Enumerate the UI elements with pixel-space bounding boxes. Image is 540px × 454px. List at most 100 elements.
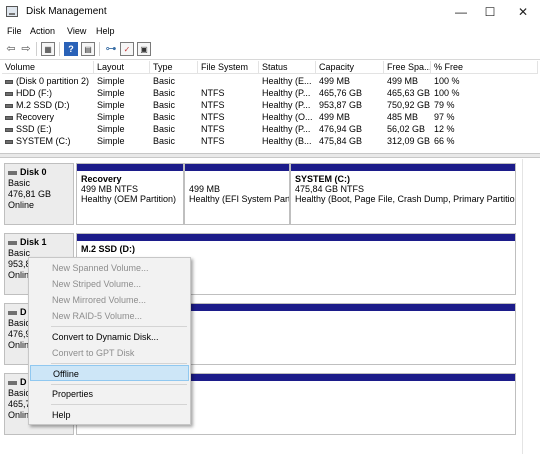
- pane-splitter[interactable]: [0, 153, 540, 158]
- help-icon[interactable]: ?: [64, 42, 78, 56]
- column-header-percent-free[interactable]: % Free: [431, 61, 538, 74]
- disk-icon: [8, 310, 17, 315]
- volume-status: Healthy (P...: [262, 88, 311, 98]
- volume-percent-free: 12 %: [434, 124, 455, 134]
- volume-file-system: NTFS: [201, 136, 225, 146]
- column-header-file-system[interactable]: File System: [198, 61, 259, 74]
- volume-name: M.2 SSD (D:): [16, 100, 70, 110]
- volume-layout: Simple: [97, 88, 125, 98]
- volume-type: Basic: [153, 76, 176, 86]
- menu-item-new-raid5-volume[interactable]: New RAID-5 Volume...: [30, 308, 189, 324]
- volume-free-space: 750,92 GB: [387, 100, 431, 110]
- volume-type: Basic: [153, 124, 176, 134]
- settings-icon[interactable]: ▣: [137, 42, 151, 56]
- back-arrow-icon[interactable]: ⇦: [4, 42, 18, 56]
- volume-capacity: 953,87 GB: [319, 100, 363, 110]
- disk-size: 476,81 GB: [8, 189, 52, 199]
- disk-name: D: [20, 377, 27, 387]
- volume-name: SYSTEM (C:): [16, 136, 71, 146]
- partition-bar: [291, 164, 515, 171]
- volume-free-space: 56,02 GB: [387, 124, 426, 134]
- column-header-volume[interactable]: Volume: [2, 61, 94, 74]
- menu-item-help[interactable]: Help: [30, 407, 189, 423]
- column-header-capacity[interactable]: Capacity: [316, 61, 384, 74]
- title-bar: Disk Management — ☐ ✕: [0, 0, 540, 24]
- menu-item-offline[interactable]: Offline: [30, 365, 189, 381]
- menu-help[interactable]: Help: [96, 26, 115, 36]
- partition-size: 475,84 GB NTFS: [295, 184, 365, 194]
- menu-separator: [51, 326, 187, 327]
- volume-row[interactable]: Recovery Simple Basic NTFS Healthy (O...…: [2, 111, 538, 123]
- volume-percent-free: 66 %: [434, 136, 455, 146]
- menu-item-new-striped-volume[interactable]: New Striped Volume...: [30, 276, 189, 292]
- console-tree-icon[interactable]: ▦: [41, 42, 55, 56]
- volume-layout: Simple: [97, 76, 125, 86]
- checklist-icon[interactable]: ✓: [120, 42, 134, 56]
- volume-free-space: 465,63 GB: [387, 88, 431, 98]
- volume-icon: [5, 139, 13, 144]
- volume-row[interactable]: (Disk 0 partition 2) Simple Basic Health…: [2, 75, 538, 87]
- volume-name: Recovery: [16, 112, 55, 122]
- volume-layout: Simple: [97, 112, 125, 122]
- menu-item-convert-dynamic-disk[interactable]: Convert to Dynamic Disk...: [30, 329, 189, 345]
- volume-percent-free: 100 %: [434, 76, 460, 86]
- partition-name: [189, 174, 289, 184]
- volume-name: (Disk 0 partition 2): [16, 76, 90, 86]
- volume-status: Healthy (O...: [262, 112, 313, 122]
- toolbar: ⇦ ⇨ ▦ ? ▤ ⊶ ✓ ▣: [0, 40, 540, 60]
- column-header-layout[interactable]: Layout: [94, 61, 150, 74]
- disk-icon: [8, 380, 17, 385]
- volume-percent-free: 79 %: [434, 100, 455, 110]
- volume-percent-free: 100 %: [434, 88, 460, 98]
- volume-row[interactable]: SYSTEM (C:) Simple Basic NTFS Healthy (B…: [2, 135, 538, 147]
- vertical-scrollbar[interactable]: [522, 159, 540, 454]
- volume-name: SSD (E:): [16, 124, 52, 134]
- menu-file[interactable]: File: [7, 26, 22, 36]
- partition-name: M.2 SSD (D:): [81, 244, 135, 254]
- volume-icon: [5, 79, 13, 84]
- partition-size: 499 MB NTFS: [81, 184, 139, 194]
- partition-recovery[interactable]: Recovery 499 MB NTFS Healthy (OEM Partit…: [76, 163, 184, 225]
- menu-item-properties[interactable]: Properties: [30, 386, 189, 402]
- volume-capacity: 476,94 GB: [319, 124, 363, 134]
- menu-item-convert-gpt-disk[interactable]: Convert to GPT Disk: [30, 345, 189, 361]
- partition-status: Healthy (OEM Partition): [81, 194, 177, 204]
- column-header-status[interactable]: Status: [259, 61, 316, 74]
- volume-status: Healthy (B...: [262, 136, 312, 146]
- menu-separator: [51, 404, 187, 405]
- menu-action[interactable]: Action: [30, 26, 55, 36]
- volume-row[interactable]: SSD (E:) Simple Basic NTFS Healthy (P...…: [2, 123, 538, 135]
- menu-item-new-mirrored-volume[interactable]: New Mirrored Volume...: [30, 292, 189, 308]
- volume-layout: Simple: [97, 136, 125, 146]
- disk-name: D: [20, 307, 27, 317]
- volume-type: Basic: [153, 136, 176, 146]
- volume-file-system: NTFS: [201, 88, 225, 98]
- volume-file-system: NTFS: [201, 124, 225, 134]
- properties-icon[interactable]: ▤: [81, 42, 95, 56]
- column-header-free-space[interactable]: Free Spa...: [384, 61, 431, 74]
- volume-capacity: 465,76 GB: [319, 88, 363, 98]
- volume-row[interactable]: HDD (F:) Simple Basic NTFS Healthy (P...…: [2, 87, 538, 99]
- forward-arrow-icon[interactable]: ⇨: [19, 42, 33, 56]
- menu-view[interactable]: View: [67, 26, 86, 36]
- disk-name: Disk 1: [20, 237, 47, 247]
- partition-system-c[interactable]: SYSTEM (C:) 475,84 GB NTFS Healthy (Boot…: [290, 163, 516, 225]
- close-button[interactable]: ✕: [508, 0, 538, 24]
- volume-row[interactable]: M.2 SSD (D:) Simple Basic NTFS Healthy (…: [2, 99, 538, 111]
- menu-item-new-spanned-volume[interactable]: New Spanned Volume...: [30, 260, 189, 276]
- column-header-type[interactable]: Type: [150, 61, 198, 74]
- volume-status: Healthy (P...: [262, 124, 311, 134]
- volume-file-system: NTFS: [201, 112, 225, 122]
- toolbar-separator: [59, 42, 60, 56]
- partition-efi[interactable]: 499 MB Healthy (EFI System Partition): [184, 163, 290, 225]
- disk-info[interactable]: Disk 0 Basic 476,81 GB Online: [4, 163, 74, 225]
- menu-bar: File Action View Help: [0, 24, 540, 40]
- partition-status: Healthy (EFI System Partition): [189, 194, 289, 204]
- volume-icon: [5, 127, 13, 132]
- minimize-button[interactable]: —: [446, 0, 476, 24]
- window-title: Disk Management: [26, 6, 107, 17]
- partition-bar: [77, 234, 515, 241]
- disk-icon[interactable]: ⊶: [104, 42, 118, 56]
- partition-name: SYSTEM (C:): [295, 174, 350, 184]
- maximize-button[interactable]: ☐: [475, 0, 505, 24]
